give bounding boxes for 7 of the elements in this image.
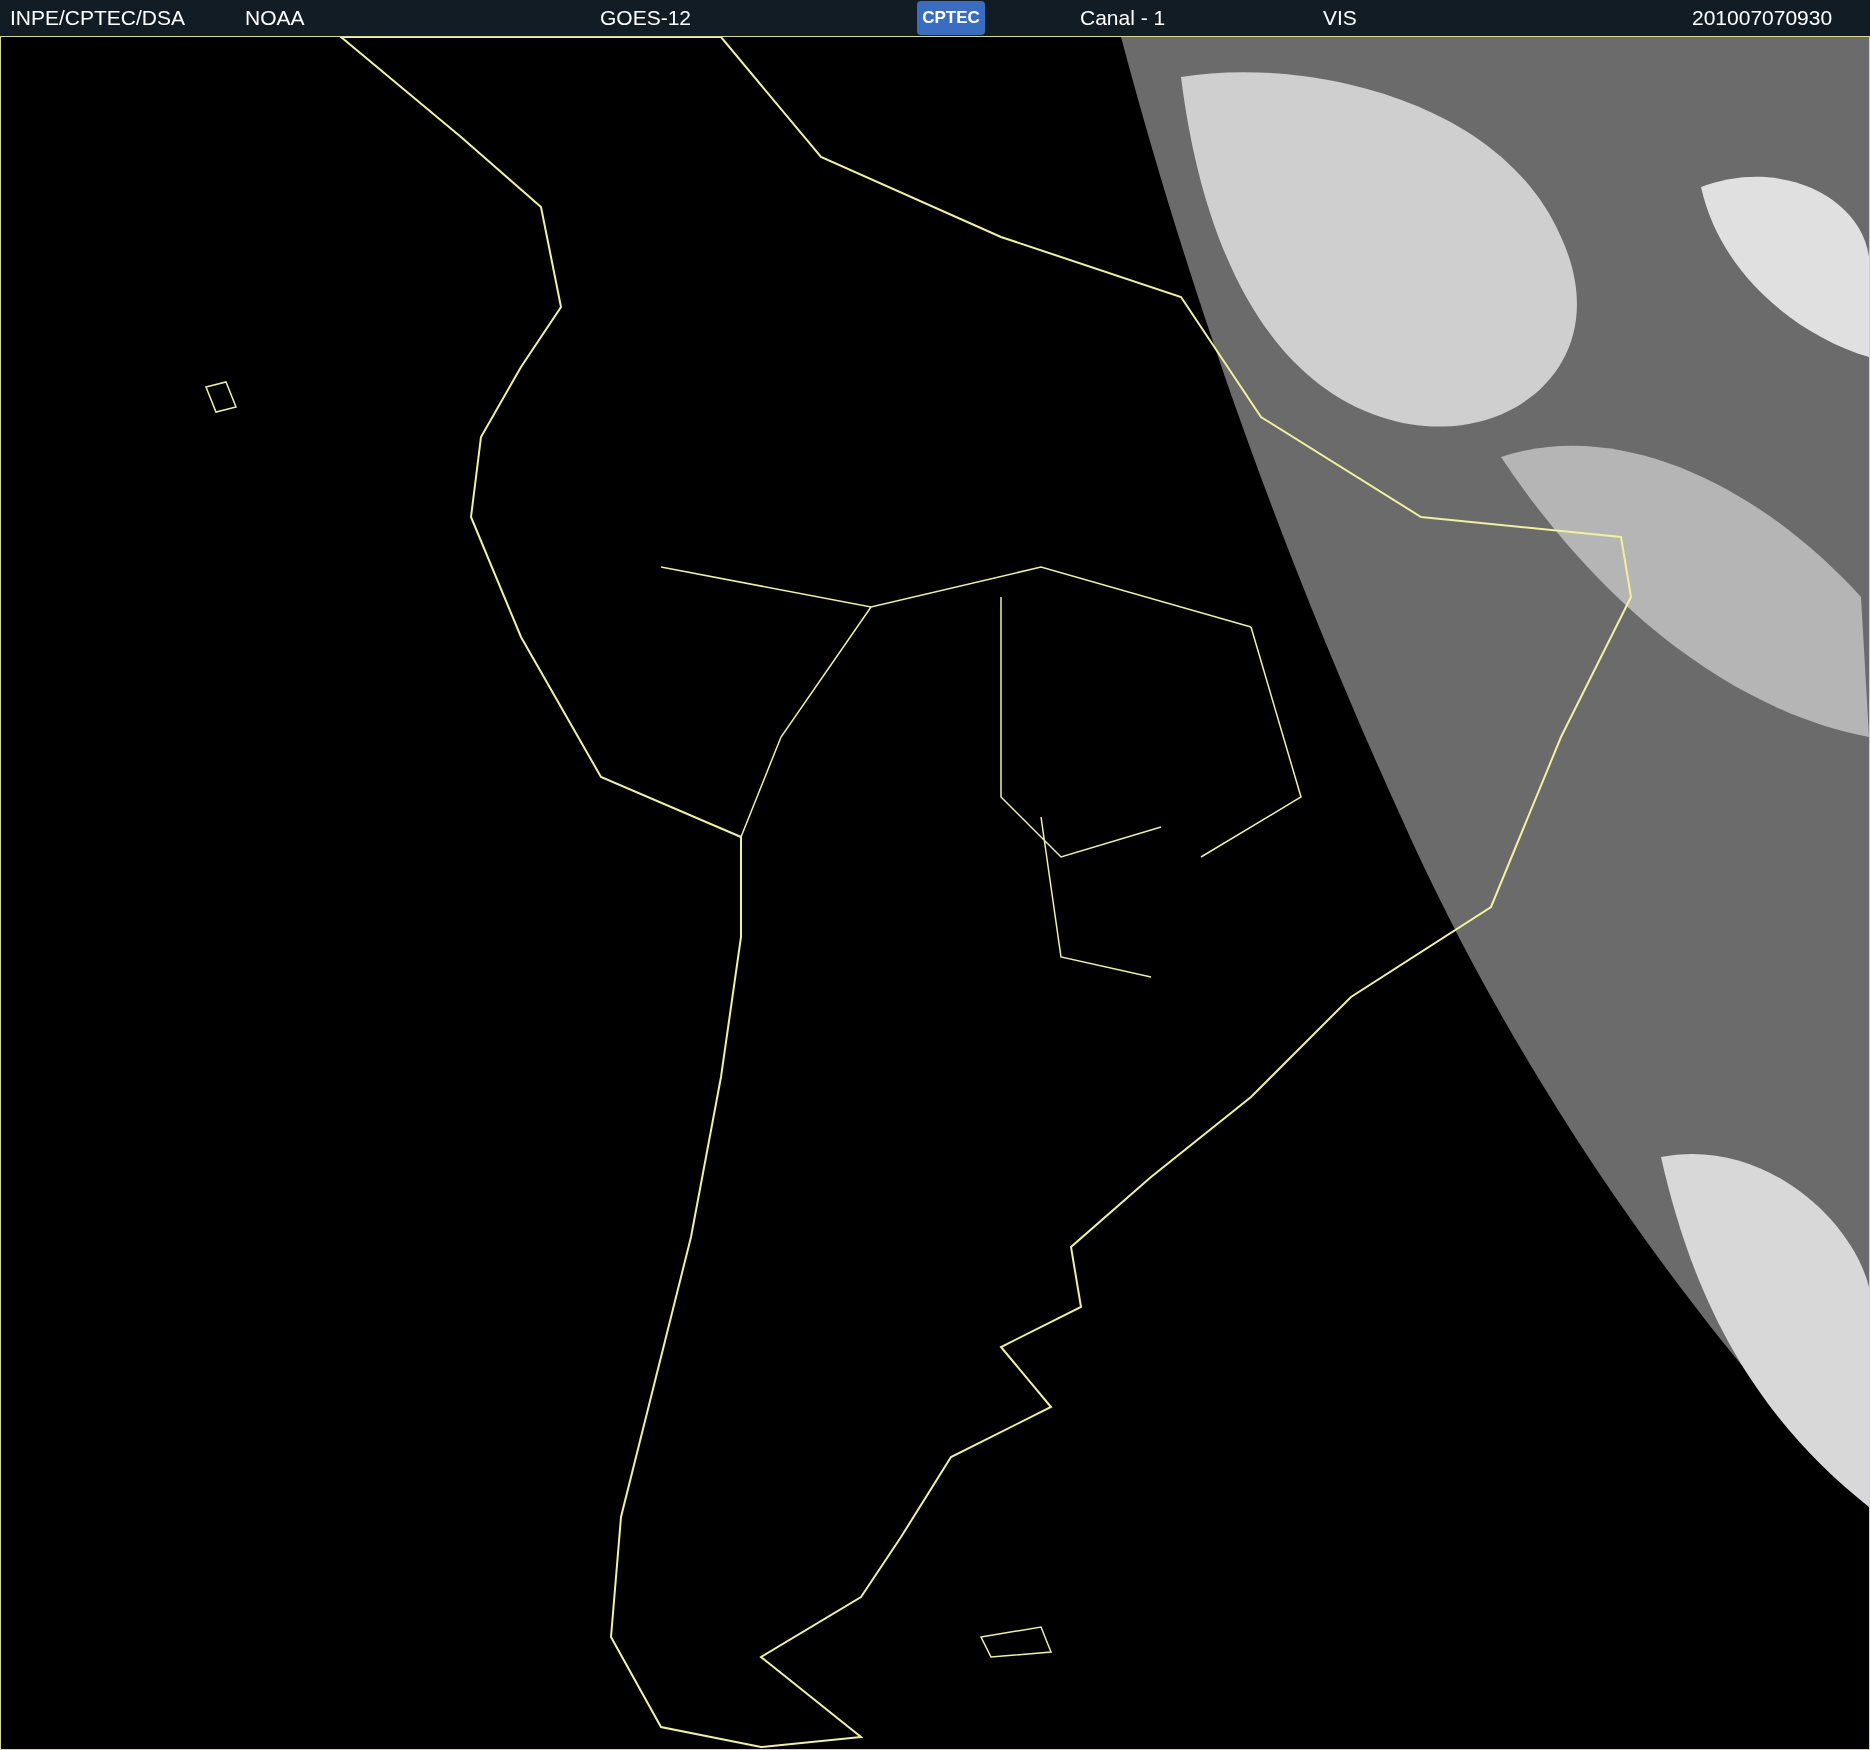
- band-label: VIS: [1323, 5, 1358, 32]
- timestamp-label: 201007070930: [1692, 5, 1833, 32]
- channel-label: Canal - 1: [1080, 5, 1167, 32]
- source-label: INPE/CPTEC/DSA: [10, 5, 187, 32]
- cptec-logo: CPTEC: [917, 1, 985, 35]
- agency-label: NOAA: [245, 5, 306, 32]
- satellite-label: GOES-12: [600, 5, 693, 32]
